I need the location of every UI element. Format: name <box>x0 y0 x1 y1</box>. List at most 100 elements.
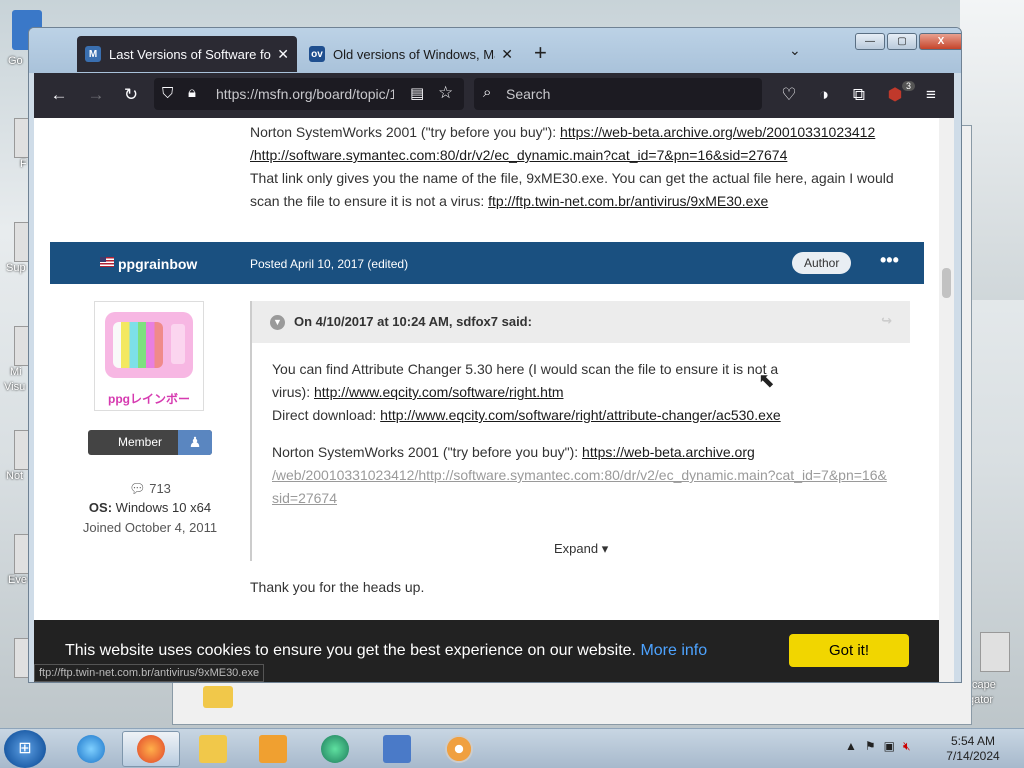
post-text: That link only gives you the name of the… <box>250 170 894 186</box>
desktop-icon[interactable] <box>980 632 1010 672</box>
folder-icon <box>199 735 227 763</box>
ftp-link[interactable]: ftp://ftp.twin-net.com.br/antivirus/9xME… <box>488 193 768 209</box>
lock-icon[interactable]: 🔒︎ <box>188 84 196 101</box>
taskbar-computer[interactable] <box>368 731 426 767</box>
minimize-button[interactable]: — <box>855 33 885 50</box>
post-header-bar: ppgrainbow Posted April 10, 2017 (edited… <box>50 242 924 284</box>
media-player-icon <box>259 735 287 763</box>
pocket-icon[interactable]: ♡ <box>779 85 799 105</box>
window-controls: — ▢ X <box>855 33 961 50</box>
desktop-icon-label: F <box>20 158 27 170</box>
url-text[interactable]: https://msfn.org/board/topic/1 <box>216 86 394 102</box>
archive-link[interactable]: https://web-beta.archive.org/web/2001033… <box>560 124 875 140</box>
disc-icon <box>445 735 473 763</box>
new-tab-icon[interactable]: + <box>534 40 547 66</box>
start-button[interactable]: ⊞ <box>4 730 46 768</box>
internet-explorer-icon <box>77 735 105 763</box>
network-icon[interactable]: ▣ <box>884 739 895 754</box>
post-date[interactable]: Posted April 10, 2017 (edited) <box>250 257 408 271</box>
quote-text-prefix: Norton SystemWorks 2001 ("try before you… <box>272 444 583 460</box>
back-icon[interactable]: ← <box>49 85 69 105</box>
mouse-cursor-icon: ⬉ <box>758 370 775 392</box>
post-count-value: 713 <box>149 481 171 496</box>
share-quote-icon[interactable]: ↪ <box>881 313 892 329</box>
expand-button[interactable]: Expand ▾ <box>554 541 608 557</box>
folder-icon <box>203 686 233 708</box>
close-tab-icon[interactable]: ✕ <box>501 46 513 63</box>
post-count: 💬︎ 713 <box>60 481 240 497</box>
reader-view-icon[interactable]: ▤ <box>410 84 424 102</box>
taskbar-explorer[interactable] <box>184 731 242 767</box>
show-hidden-icons-icon[interactable]: ▲ <box>845 739 857 754</box>
cookie-text: This website uses cookies to ensure you … <box>65 642 636 659</box>
taskbar-app[interactable] <box>306 731 364 767</box>
quote-text: virus): http://www.eqcity.com/software/r… <box>272 381 564 404</box>
clock[interactable]: 5:54 AM 7/14/2024 <box>940 734 1006 764</box>
quote-text: /web/20010331023412/http://software.syma… <box>272 464 887 487</box>
eqcity-link[interactable]: http://www.eqcity.com/software/right.htm <box>314 384 564 400</box>
quote-text-prefix: Direct download: <box>272 407 381 423</box>
avatar-caption: ppgレインボー <box>108 392 190 406</box>
archive-link[interactable]: https://web-beta.archive.org <box>582 444 755 460</box>
close-tab-icon[interactable]: ✕ <box>277 46 289 63</box>
scrollbar-thumb[interactable] <box>942 268 951 298</box>
desktop-icon-label: Visu <box>4 381 26 393</box>
member-rank-icon: ♟ <box>178 430 212 455</box>
search-input[interactable]: Search <box>506 86 550 102</box>
forward-icon[interactable]: → <box>86 85 106 105</box>
os-info: OS: Windows 10 x64 <box>60 500 240 515</box>
bookmark-star-icon[interactable]: ☆ <box>438 83 453 103</box>
got-it-button[interactable]: Got it! <box>789 634 909 667</box>
search-bar[interactable]: ⌕ Search <box>474 78 762 110</box>
scrollbar[interactable] <box>939 118 954 682</box>
tab-active[interactable]: M Last Versions of Software for W ✕ <box>77 36 297 72</box>
extension-badge: 3 <box>902 81 916 91</box>
navigation-toolbar: ← → ↻ ⛉ 🔒︎ https://msfn.org/board/topic/… <box>34 73 954 118</box>
tab-title: Old versions of Windows, Mac a <box>333 46 495 62</box>
os-label: OS: <box>88 500 113 515</box>
taskbar-firefox[interactable] <box>122 731 180 767</box>
clock-time: 5:54 AM <box>950 734 996 748</box>
account-icon[interactable]: ◑ <box>814 85 834 105</box>
post-text: scan the file to ensure it is not a viru… <box>250 190 768 213</box>
tv-avatar-icon <box>105 312 193 378</box>
quote-text-prefix: virus): <box>272 384 314 400</box>
archive-link-cont[interactable]: /web/20010331023412/http://software.syma… <box>272 467 887 483</box>
list-all-tabs-icon[interactable]: ⌄ <box>789 42 801 59</box>
taskbar-disc[interactable] <box>430 731 488 767</box>
url-bar[interactable]: ⛉ 🔒︎ https://msfn.org/board/topic/1 ▤ ☆ <box>154 78 464 110</box>
quote-header[interactable]: ▼ On 4/10/2017 at 10:24 AM, sdfox7 said:… <box>252 301 910 343</box>
tab-strip: M Last Versions of Software for W ✕ ov O… <box>29 28 961 73</box>
avatar[interactable]: ppgレインボー <box>94 301 204 411</box>
cookie-message: This website uses cookies to ensure you … <box>65 642 707 660</box>
post-text-prefix: Norton SystemWorks 2001 ("try before you… <box>250 124 561 140</box>
download-link[interactable]: http://www.eqcity.com/software/right/att… <box>380 407 781 423</box>
menu-icon[interactable]: ≡ <box>921 85 941 105</box>
author-name[interactable]: ppgrainbow <box>118 256 197 272</box>
more-info-link[interactable]: More info <box>640 642 707 659</box>
shield-icon[interactable]: ⛉ <box>162 85 173 102</box>
more-options-icon[interactable]: ••• <box>880 250 899 271</box>
quote-text: Direct download: http://www.eqcity.com/s… <box>272 404 781 427</box>
collapse-chevron-icon[interactable]: ▼ <box>270 315 285 330</box>
taskbar: ⊞ ▲ ⚑ ▣ 🔇︎ 5:54 AM 7/14/2024 <box>0 728 1024 768</box>
taskbar-ie[interactable] <box>62 731 120 767</box>
quote-text: sid=27674 <box>272 487 337 510</box>
extensions-icon[interactable]: ⧉ <box>849 85 869 105</box>
computer-icon <box>383 735 411 763</box>
reload-icon[interactable]: ↻ <box>121 85 141 105</box>
tab-inactive[interactable]: ov Old versions of Windows, Mac a ✕ <box>301 36 521 72</box>
flag-icon[interactable]: ⚑ <box>865 739 876 754</box>
archive-link-cont[interactable]: sid=27674 <box>272 490 337 506</box>
post-text: Norton SystemWorks 2001 ("try before you… <box>250 121 875 144</box>
archive-link-cont[interactable]: /http://software.symantec.com:80/dr/v2/e… <box>250 147 787 163</box>
desktop-icon-label: Sup <box>6 262 26 274</box>
volume-muted-icon[interactable]: 🔇︎ <box>903 739 911 754</box>
desktop-icon-label: Eve <box>8 574 27 586</box>
comment-icon: 💬︎ <box>129 481 146 496</box>
browser-window: M Last Versions of Software for W ✕ ov O… <box>28 27 962 683</box>
app-icon <box>321 735 349 763</box>
taskbar-media[interactable] <box>244 731 302 767</box>
close-window-button[interactable]: X <box>919 33 961 50</box>
maximize-button[interactable]: ▢ <box>887 33 917 50</box>
